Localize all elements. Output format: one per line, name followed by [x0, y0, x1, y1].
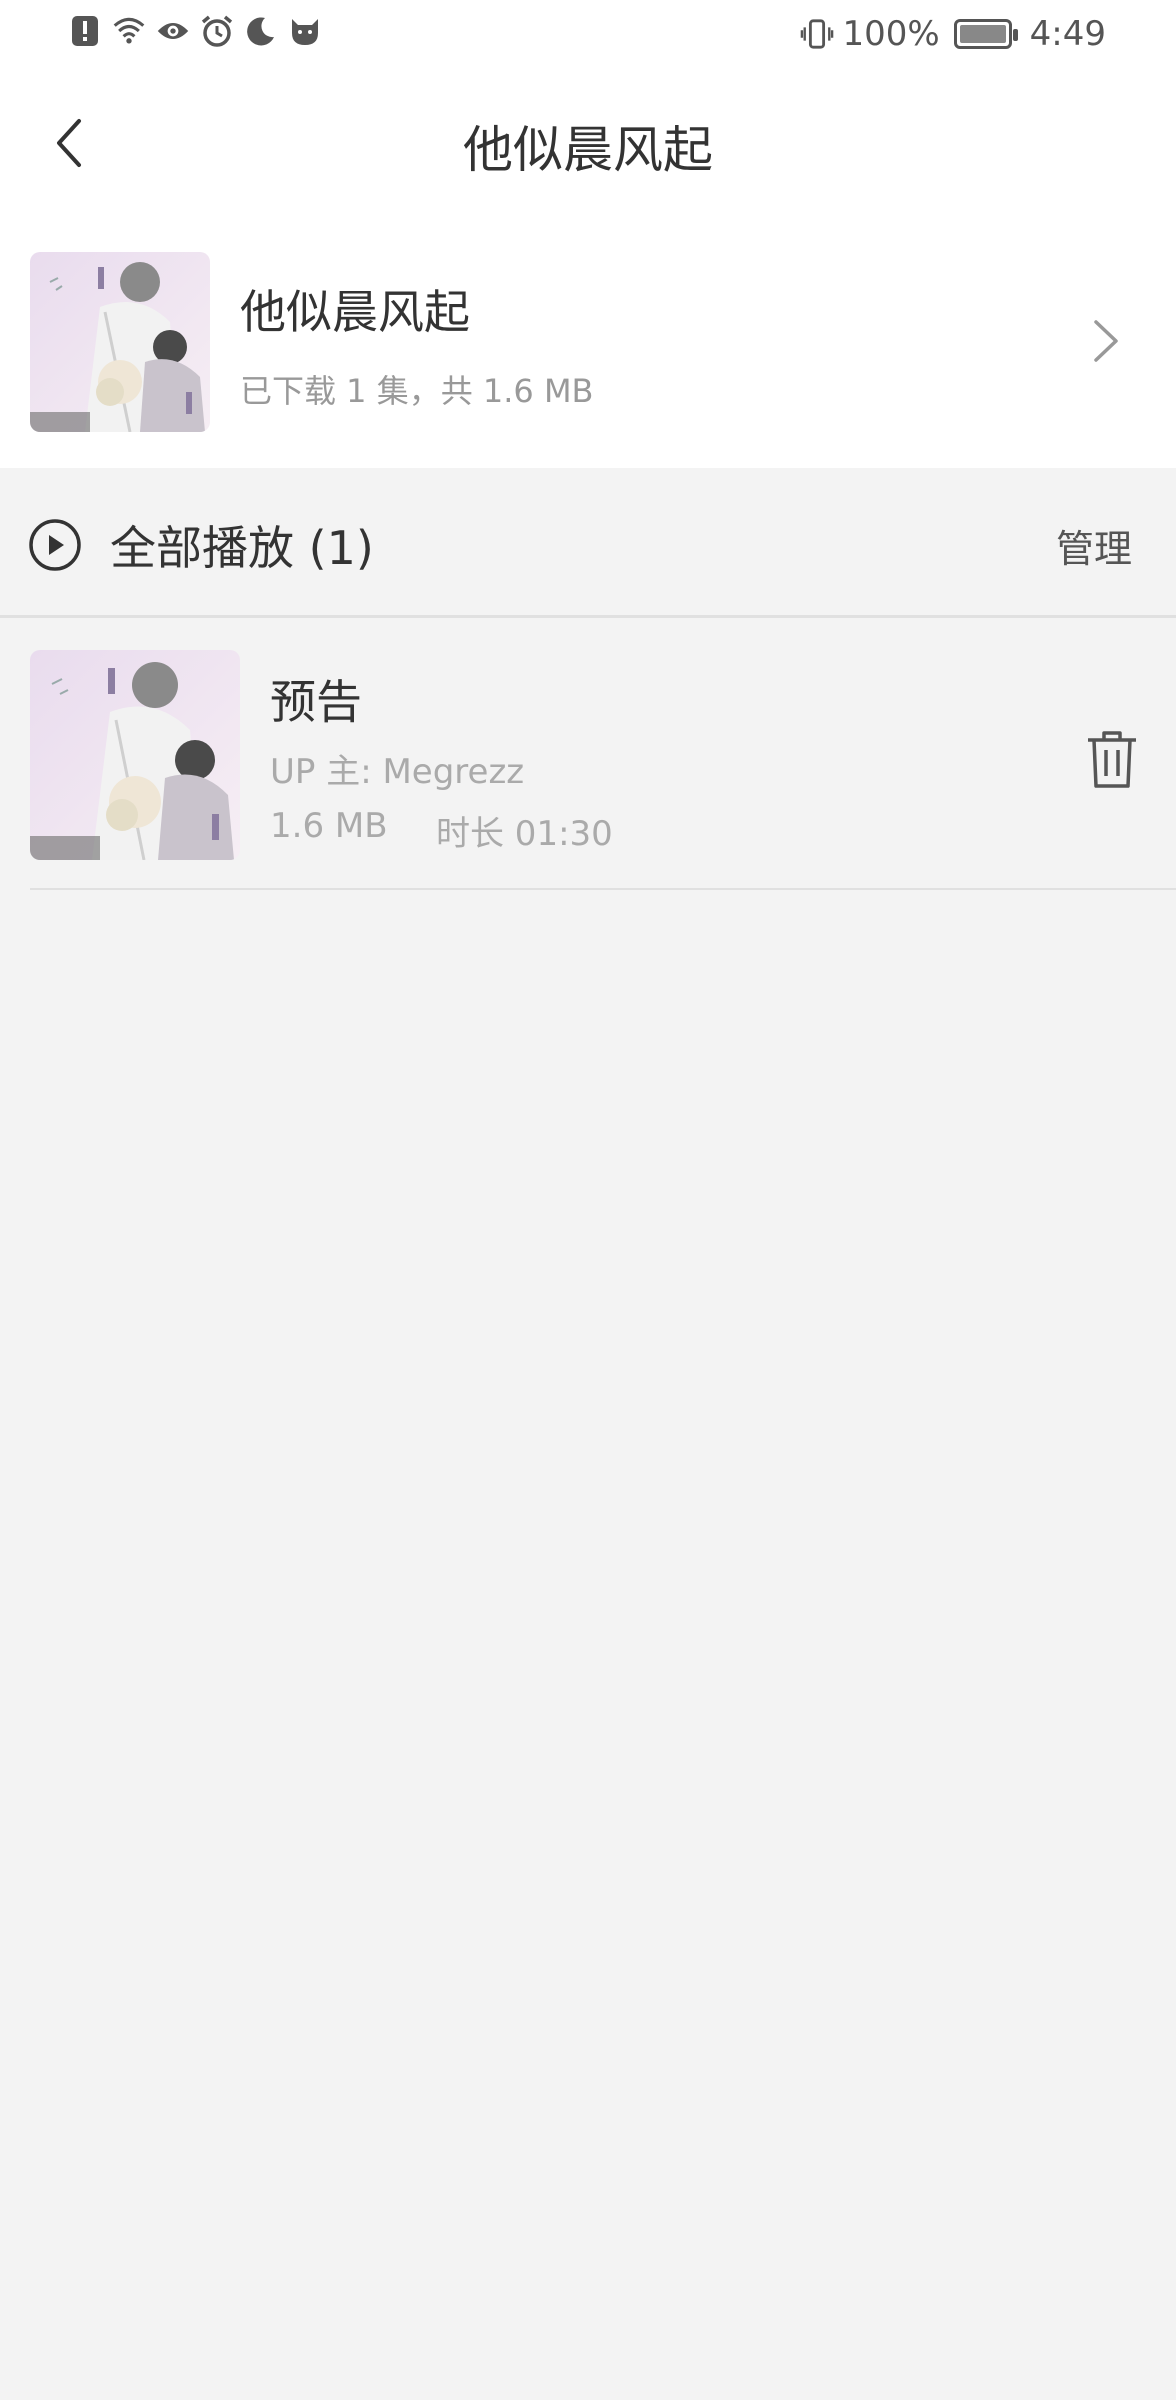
- header-area: 100% 4:49 他似晨风起 他似晨风起 已下载 1 集，共 1.6 MB: [0, 0, 1176, 468]
- eye-icon: [156, 14, 190, 48]
- status-icons-right: 100% 4:49: [800, 14, 1106, 54]
- chevron-right-icon: [1086, 316, 1126, 366]
- wifi-icon: [112, 14, 146, 48]
- trash-icon: [1088, 731, 1136, 788]
- episode-size: 1.6 MB: [270, 806, 388, 846]
- battery-percent: 100%: [842, 14, 940, 54]
- status-time: 4:49: [1029, 14, 1106, 54]
- battery-fill: [959, 25, 1006, 43]
- cat-icon: [288, 14, 322, 48]
- play-all-button[interactable]: 全部播放 (1): [110, 512, 374, 578]
- episode-list-item[interactable]: 预告 UP 主: Megrezz 1.6 MB 时长 01:30: [30, 650, 1176, 890]
- delete-episode-button[interactable]: [1084, 728, 1140, 790]
- episode-duration: 时长 01:30: [436, 814, 613, 854]
- status-icons-left: [68, 14, 322, 48]
- page-title: 他似晨风起: [463, 121, 713, 179]
- battery-icon: [953, 19, 1018, 49]
- status-bar: 100% 4:49: [0, 0, 1176, 72]
- episode-title: 预告: [270, 675, 362, 729]
- vibrate-icon: [800, 17, 834, 51]
- manage-button[interactable]: 管理: [1056, 518, 1132, 573]
- alarm-icon: [200, 14, 234, 48]
- alert-icon: [68, 14, 102, 48]
- episode-uploader: UP 主: Megrezz: [270, 752, 525, 792]
- album-info-row[interactable]: 他似晨风起 已下载 1 集，共 1.6 MB: [0, 240, 1176, 440]
- album-cover-image: [30, 252, 210, 432]
- play-all-bar: 全部播放 (1) 管理: [0, 468, 1176, 618]
- moon-icon: [244, 14, 278, 48]
- nav-bar: 他似晨风起: [0, 80, 1176, 210]
- episode-cover-image: [30, 650, 240, 860]
- album-download-info: 已下载 1 集，共 1.6 MB: [240, 372, 594, 410]
- play-circle-icon[interactable]: [28, 518, 82, 572]
- album-title: 他似晨风起: [240, 285, 470, 339]
